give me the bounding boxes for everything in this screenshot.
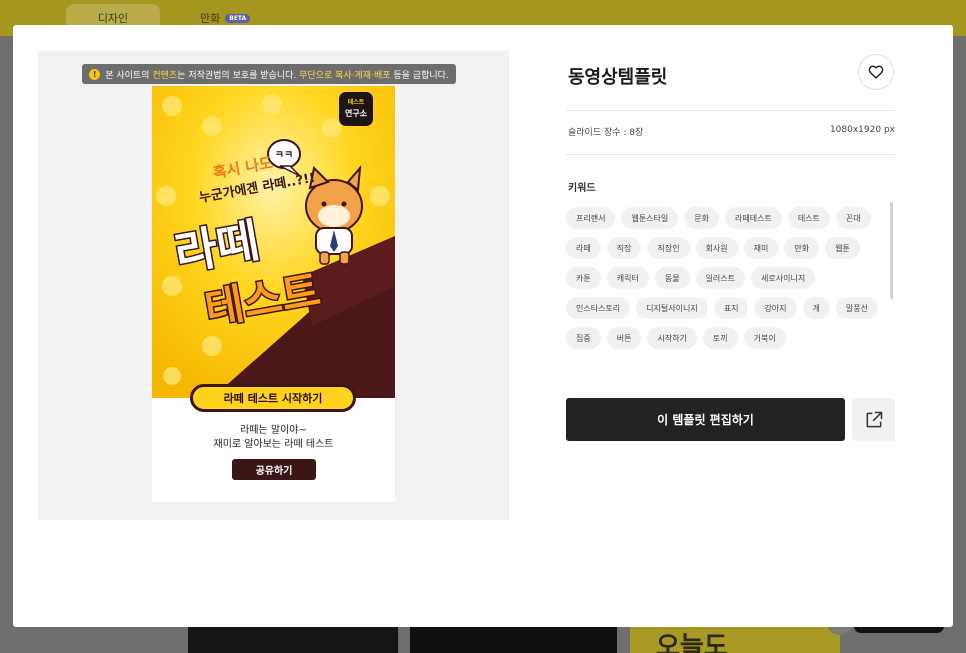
beta-badge: BETA <box>225 13 251 23</box>
keyword-chip[interactable]: 세로사이니지 <box>751 267 816 289</box>
keyword-chip[interactable]: 시작하기 <box>647 327 697 349</box>
keyword-chip[interactable]: 직장 <box>606 237 642 259</box>
keyword-chip[interactable]: 토끼 <box>702 327 738 349</box>
slide-count: 슬라이드 장수 : 8장 <box>568 128 644 138</box>
keyword-chip[interactable]: 거북이 <box>743 327 786 349</box>
keyword-chip[interactable]: 재미 <box>743 237 779 259</box>
keyword-chip[interactable]: 라떼테스트 <box>725 207 782 229</box>
keyword-scrollbar[interactable] <box>890 202 893 299</box>
keyword-chip[interactable]: 웹툰스타일 <box>621 207 679 229</box>
keyword-chip[interactable]: 강아지 <box>754 297 797 319</box>
keyword-chip[interactable]: 말풍선 <box>835 297 878 319</box>
background-template-card[interactable] <box>410 627 617 653</box>
keyword-chip[interactable]: 디지털사이니지 <box>636 297 708 319</box>
keyword-chip[interactable]: 웹툰 <box>825 237 860 259</box>
keyword-chip[interactable]: 일러스트 <box>695 267 746 289</box>
keyword-list: 프리랜서 웹툰스타일 문화 라떼테스트 테스트 꼰대라떼 직장 직장인 회사원 재미 만화 웹툰카툰 캐… <box>566 207 878 349</box>
template-dimensions: 1080x1920 px <box>829 125 895 135</box>
edit-template-button[interactable]: 이 템플릿 편집하기 <box>566 398 845 441</box>
poster-subtitle: 라떼는 말이야~ 재미로 알아보는 라떼 테스트 <box>213 425 334 450</box>
svg-text:ㅋㅋ: ㅋㅋ <box>275 150 293 161</box>
template-preview: ! 본 사이트의 컨텐츠는 저작권법의 보호를 받습니다. 무단으로 복사·게재… <box>38 51 509 520</box>
background-template-card[interactable] <box>188 627 398 653</box>
keyword-chip[interactable]: 라떼 <box>566 237 601 259</box>
poster-illustration: ㅋㅋ 혹시 나도 누군가에겐 라떼..?!! 라떼 테스트 <box>152 86 395 398</box>
keyword-chip[interactable]: 인스타스토리 <box>566 297 631 319</box>
background-template-card[interactable]: 오늘도 <box>630 627 840 653</box>
keyword-chip[interactable]: 버튼 <box>606 327 642 349</box>
divider <box>566 110 895 111</box>
external-link-icon <box>866 411 882 427</box>
poster-brand-logo: 테스트 연구소 <box>339 92 373 126</box>
keyword-chip[interactable]: 문화 <box>684 207 719 229</box>
keyword-chip[interactable]: 꼰대 <box>835 207 871 229</box>
tab-comic-label: 만화 <box>200 12 221 25</box>
keyword-chip[interactable]: 만화 <box>784 237 820 259</box>
background-card-text: 오늘도 <box>656 632 728 653</box>
favorite-button[interactable] <box>858 54 894 90</box>
keyword-chip[interactable]: 집중 <box>566 327 601 349</box>
keyword-chip[interactable]: 캐릭터 <box>606 267 649 289</box>
poster-share-button: 공유하기 <box>232 459 316 480</box>
copyright-notice: ! 본 사이트의 컨텐츠는 저작권법의 보호를 받습니다. 무단으로 복사·게재… <box>82 64 456 84</box>
keyword-chip[interactable]: 개 <box>802 297 830 319</box>
template-title: 동영상템플릿 <box>568 67 668 88</box>
keyword-chip[interactable]: 회사원 <box>695 237 738 259</box>
template-poster: ㅋㅋ 혹시 나도 누군가에겐 라떼..?!! 라떼 테스트 테스트 연구소 라떼… <box>152 86 395 502</box>
keyword-chip[interactable]: 표지 <box>713 297 749 319</box>
heart-icon <box>868 65 884 79</box>
template-detail-modal: ! 본 사이트의 컨텐츠는 저작권법의 보호를 받습니다. 무단으로 복사·게재… <box>13 25 953 627</box>
keyword-chip[interactable]: 직장인 <box>647 237 690 259</box>
warning-icon: ! <box>89 68 101 80</box>
tab-design-label: 디자인 <box>97 12 129 25</box>
keyword-chip[interactable]: 카툰 <box>566 267 601 289</box>
poster-start-button: 라떼 테스트 시작하기 <box>190 384 356 412</box>
keyword-chip[interactable]: 테스트 <box>787 207 830 229</box>
keyword-chip[interactable]: 프리랜서 <box>566 207 616 229</box>
keyword-label: 키워드 <box>568 183 596 194</box>
divider <box>566 154 895 155</box>
keyword-chip[interactable]: 동물 <box>654 267 690 289</box>
open-preview-button[interactable] <box>852 398 895 441</box>
notice-text: 본 사이트의 컨텐츠는 저작권법의 보호를 받습니다. 무단으로 복사·게재·배… <box>105 70 449 81</box>
